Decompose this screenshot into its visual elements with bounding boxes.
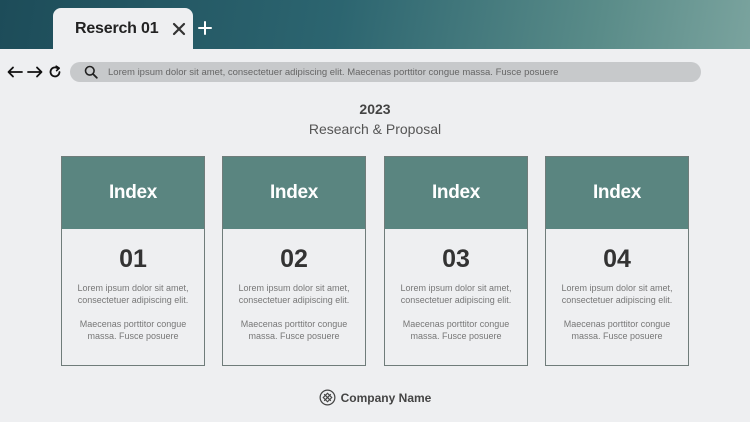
card-header: Index [546,157,688,229]
card-number: 01 [119,245,147,273]
index-card-2: Index 02 Lorem ipsum dolor sit amet, con… [222,156,366,366]
plus-icon[interactable] [197,20,213,36]
card-number: 04 [603,245,631,273]
card-text: Lorem ipsum dolor sit amet, consectetuer… [561,283,673,305]
reload-button[interactable] [48,63,62,81]
index-card-3: Index 03 Lorem ipsum dolor sit amet, con… [384,156,528,366]
back-button[interactable] [7,63,23,81]
arrow-right-icon [27,66,43,78]
card-number: 03 [442,245,470,273]
search-icon [84,65,98,79]
tab-title: Reserch 01 [75,19,159,37]
card-title: Index [592,182,642,203]
address-text: Lorem ipsum dolor sit amet, consectetuer… [108,66,559,78]
company-name: Company Name [340,390,432,405]
company-logo-icon [319,389,336,406]
card-title: Index [431,182,481,203]
card-text-secondary: Maecenas porttitor congue massa. Fusce p… [402,319,510,341]
address-bar[interactable]: Lorem ipsum dolor sit amet, consectetuer… [70,62,701,82]
card-title: Index [108,182,158,203]
index-card-4: Index 04 Lorem ipsum dolor sit amet, con… [545,156,689,366]
page-subtitle: Research & Proposal [308,121,442,137]
card-header: Index [62,157,204,229]
card-text-secondary: Maecenas porttitor congue massa. Fusce p… [240,319,348,341]
card-text-secondary: Maecenas porttitor congue massa. Fusce p… [79,319,187,341]
card-title: Index [269,182,319,203]
arrow-left-icon [7,66,23,78]
footer: Company Name [0,389,750,406]
browser-tab[interactable]: Reserch 01 [53,8,193,49]
close-icon[interactable] [171,21,187,37]
card-text: Lorem ipsum dolor sit amet, consectetuer… [400,283,512,305]
reload-icon [49,65,61,78]
card-number: 02 [280,245,308,273]
card-text: Lorem ipsum dolor sit amet, consectetuer… [238,283,350,305]
card-header: Index [385,157,527,229]
card-text-secondary: Maecenas porttitor congue massa. Fusce p… [563,319,671,341]
index-card-1: Index 01 Lorem ipsum dolor sit amet, con… [61,156,205,366]
page-year: 2023 [359,101,391,117]
card-text: Lorem ipsum dolor sit amet, consectetuer… [77,283,189,305]
card-header: Index [223,157,365,229]
forward-button[interactable] [27,63,43,81]
